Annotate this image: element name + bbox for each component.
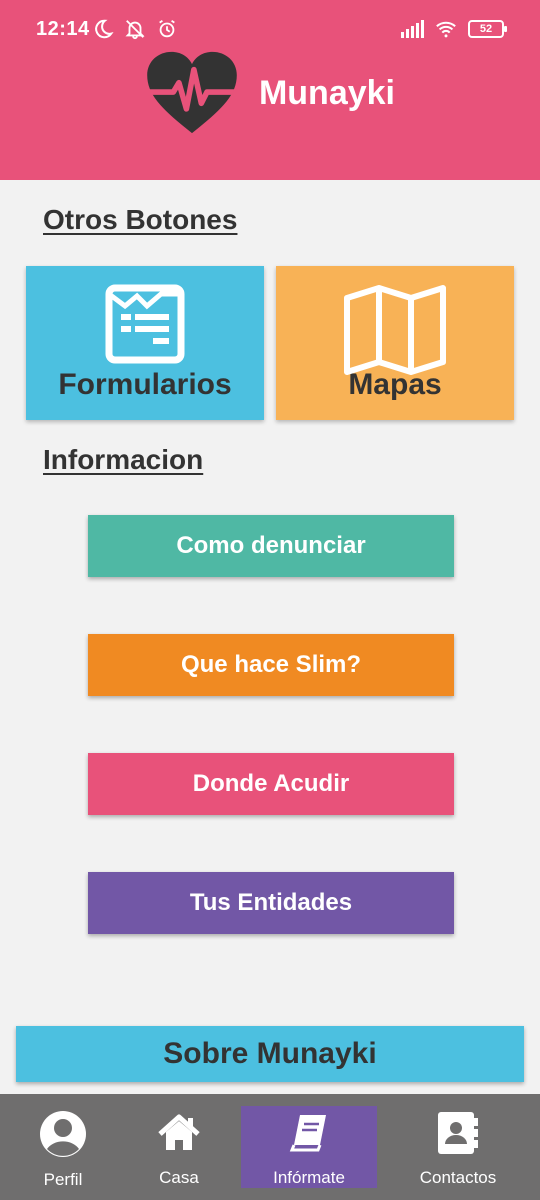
section-title-info: Informacion	[43, 444, 204, 475]
brand: Munayki	[0, 48, 540, 138]
nav-item-casa[interactable]: Casa	[130, 1106, 228, 1188]
bell-off-icon	[125, 20, 145, 40]
app-header: 12:14 52 Munayki	[0, 0, 540, 180]
battery-level: 52	[479, 23, 493, 35]
user-circle-icon	[39, 1110, 87, 1158]
nav-item-contactos[interactable]: Contactos	[402, 1106, 514, 1188]
nav-label: Infórmate	[273, 1168, 345, 1187]
nav-item-informate[interactable]: Infórmate	[241, 1106, 377, 1188]
status-time: 12:14	[36, 18, 90, 40]
heart-pulse-icon	[145, 51, 239, 135]
que-hace-slim-button[interactable]: Que hace Slim?	[88, 634, 454, 696]
book-icon	[288, 1110, 330, 1156]
status-icons-right: 52	[401, 18, 507, 40]
app-name: Munayki	[258, 73, 396, 112]
nav-label: Perfil	[43, 1170, 83, 1189]
alarm-icon	[159, 19, 175, 38]
contacts-icon	[436, 1110, 480, 1156]
nav-item-perfil[interactable]: Perfil	[14, 1106, 112, 1189]
nav-label: Casa	[159, 1168, 199, 1187]
tus-entidades-button[interactable]: Tus Entidades	[88, 872, 454, 934]
bottom-nav: Perfil Casa Infórmate Contactos	[0, 1094, 540, 1200]
moon-icon	[95, 19, 114, 39]
tile-label: Formularios	[58, 368, 232, 401]
status-icons-left	[92, 18, 178, 40]
home-icon	[158, 1110, 200, 1156]
mapas-tile[interactable]: Mapas	[276, 266, 514, 420]
wifi-icon	[436, 21, 456, 38]
form-icon	[105, 284, 185, 369]
como-denunciar-button[interactable]: Como denunciar	[88, 515, 454, 577]
donde-acudir-button[interactable]: Donde Acudir	[88, 753, 454, 815]
sobre-munayki-button[interactable]: Sobre Munayki	[16, 1026, 524, 1082]
formularios-tile[interactable]: Formularios	[26, 266, 264, 420]
signal-icon	[401, 20, 424, 38]
section-title-other-buttons: Otros Botones	[43, 204, 238, 235]
map-icon	[343, 284, 447, 381]
nav-label: Contactos	[419, 1168, 497, 1187]
battery-icon: 52	[468, 20, 507, 38]
